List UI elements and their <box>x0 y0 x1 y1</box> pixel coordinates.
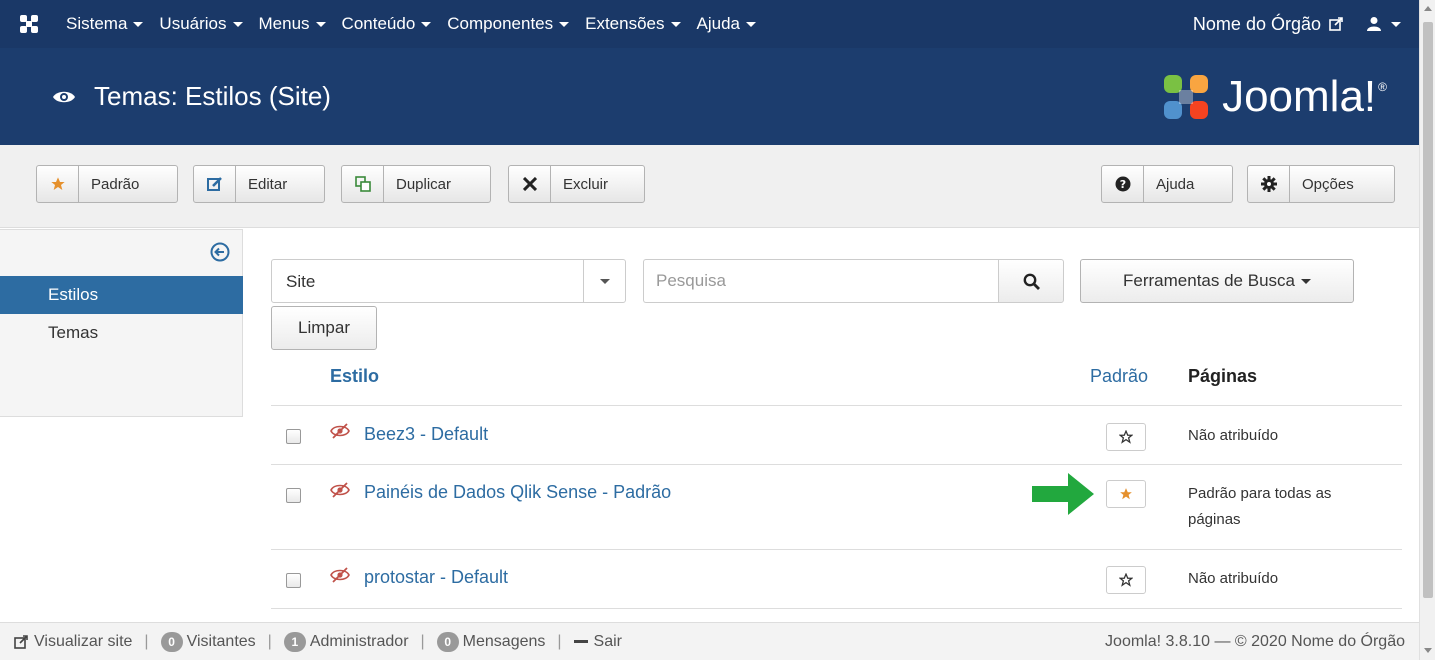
eye-slash-icon <box>330 567 350 588</box>
view-site-link[interactable]: Visualizar site <box>14 633 132 651</box>
row-checkbox[interactable] <box>286 488 301 503</box>
question-circle-icon: ? <box>1102 166 1144 202</box>
status-badge: 0 <box>436 631 459 652</box>
visitors-status: 0 Visitantes <box>160 631 256 652</box>
green-arrow-icon <box>1032 473 1094 520</box>
star-icon <box>37 166 79 202</box>
messages-link[interactable]: 0 Mensagens <box>436 631 545 652</box>
menu-componentes[interactable]: Componentes <box>439 14 577 34</box>
scrollbar-thumb[interactable] <box>1423 22 1433 598</box>
pages-value: Não atribuído <box>1188 570 1279 587</box>
chevron-down-icon <box>583 260 625 302</box>
style-link[interactable]: Painéis de Dados Qlik Sense - Padrão <box>364 482 671 503</box>
search-input[interactable]: Pesquisa <box>643 259 999 303</box>
collapse-sidebar-icon[interactable] <box>210 242 230 267</box>
edit-icon <box>194 166 236 202</box>
logout-link[interactable]: Sair <box>573 633 622 651</box>
divider <box>271 549 1402 550</box>
page-header: Temas: Estilos (Site) Joomla! ® <box>0 48 1419 145</box>
star-outline-icon <box>1119 573 1133 587</box>
user-menu[interactable] <box>1367 16 1401 32</box>
main-menu: Sistema Usuários Menus Conteúdo Componen… <box>58 14 764 34</box>
page-title: Temas: Estilos (Site) <box>52 81 331 112</box>
separator: | <box>267 632 272 650</box>
divider <box>271 405 1402 406</box>
column-header-default[interactable]: Padrão <box>1090 366 1148 387</box>
menu-conteudo[interactable]: Conteúdo <box>334 14 440 34</box>
admin-status: 1 Administrador <box>283 631 409 652</box>
sidebar: Estilos Temas <box>0 229 243 417</box>
copyright-text: Joomla! 3.8.10 — © 2020 Nome do Órgão <box>1105 632 1405 650</box>
menu-ajuda[interactable]: Ajuda <box>689 14 764 34</box>
toolbar: Padrão Editar Duplicar Excluir ? Ajuda O… <box>0 145 1419 228</box>
external-link-icon <box>14 634 28 649</box>
menu-sistema[interactable]: Sistema <box>58 14 151 34</box>
gear-icon <box>1248 166 1290 202</box>
default-button[interactable]: Padrão <box>36 165 178 203</box>
joomla-logo-icon <box>1164 74 1209 119</box>
search-tools-button[interactable]: Ferramentas de Busca <box>1080 259 1354 303</box>
scrollbar[interactable] <box>1419 0 1435 660</box>
divider <box>271 608 1402 609</box>
pages-value: Padrão para todas as páginas <box>1188 485 1332 528</box>
status-bar: Visualizar site | 0 Visitantes | 1 Adminis… <box>0 622 1419 660</box>
client-select[interactable]: Site <box>271 259 626 303</box>
site-name-link[interactable]: Nome do Órgão <box>1193 14 1343 35</box>
svg-text:?: ? <box>1119 178 1125 191</box>
eye-slash-icon <box>330 423 350 444</box>
style-link[interactable]: protostar - Default <box>364 567 508 588</box>
sidebar-item-estilos[interactable]: Estilos <box>0 276 243 314</box>
user-icon <box>1367 17 1381 31</box>
minus-icon <box>573 640 588 643</box>
star-icon <box>1120 488 1132 500</box>
pages-value: Não atribuído <box>1188 427 1279 444</box>
separator: | <box>420 632 425 650</box>
joomla-logo: Joomla! ® <box>1160 71 1387 123</box>
eye-icon <box>53 91 75 102</box>
duplicate-button[interactable]: Duplicar <box>341 165 491 203</box>
joomla-menu-icon[interactable] <box>0 13 58 35</box>
menu-menus[interactable]: Menus <box>251 14 334 34</box>
star-outline-icon <box>1119 430 1133 444</box>
row-checkbox[interactable] <box>286 573 301 588</box>
external-link-icon <box>1329 17 1343 31</box>
close-icon <box>509 166 551 202</box>
status-badge: 0 <box>160 631 183 652</box>
column-header-pages: Páginas <box>1188 366 1258 386</box>
style-link[interactable]: Beez3 - Default <box>364 424 488 445</box>
options-button[interactable]: Opções <box>1247 165 1395 203</box>
column-header-style[interactable]: Estilo <box>330 366 379 387</box>
search-icon <box>1023 273 1040 290</box>
search-button[interactable] <box>998 259 1064 303</box>
top-navbar: Sistema Usuários Menus Conteúdo Componen… <box>0 0 1419 48</box>
menu-usuarios[interactable]: Usuários <box>151 14 250 34</box>
scroll-up-icon[interactable] <box>1424 6 1432 11</box>
clear-button[interactable]: Limpar <box>271 306 377 350</box>
scroll-down-icon[interactable] <box>1424 648 1432 653</box>
row-checkbox[interactable] <box>286 429 301 444</box>
separator: | <box>144 632 149 650</box>
set-default-button[interactable] <box>1106 566 1146 594</box>
help-button[interactable]: ? Ajuda <box>1101 165 1233 203</box>
default-star-button[interactable] <box>1106 480 1146 508</box>
edit-button[interactable]: Editar <box>193 165 325 203</box>
delete-button[interactable]: Excluir <box>508 165 645 203</box>
sidebar-item-temas[interactable]: Temas <box>0 314 243 352</box>
status-badge: 1 <box>283 631 306 652</box>
set-default-button[interactable] <box>1106 423 1146 451</box>
copy-icon <box>342 166 384 202</box>
eye-slash-icon <box>330 482 350 503</box>
menu-extensoes[interactable]: Extensões <box>577 14 688 34</box>
separator: | <box>557 632 562 650</box>
divider <box>271 464 1402 465</box>
